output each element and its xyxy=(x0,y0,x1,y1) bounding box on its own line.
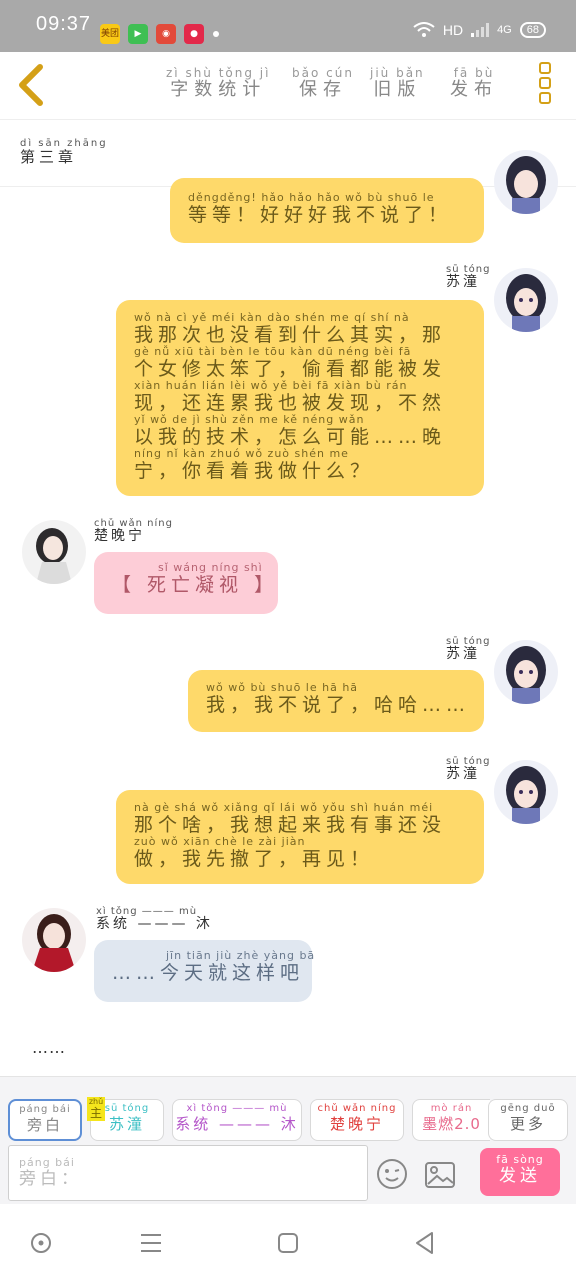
speaker-name: sū tóng 苏潼 xyxy=(446,756,491,782)
home-icon[interactable] xyxy=(275,1230,301,1256)
clock: 09:37 xyxy=(36,13,92,35)
status-bar: 09:37 美团 ▶ ◉ ● HD 4G 68 xyxy=(0,0,576,52)
avatar-su-tong[interactable] xyxy=(494,268,558,332)
narration-text: …… xyxy=(32,1038,66,1057)
image-icon[interactable] xyxy=(424,1160,456,1190)
message-bubble[interactable]: jīn tiān jiù zhè yàng bā ……今天就这样吧 xyxy=(94,940,316,1002)
avatar-su-tong[interactable] xyxy=(494,640,558,704)
assistant-icon[interactable] xyxy=(28,1230,54,1256)
notification-dot xyxy=(213,31,219,37)
avatar-system-mu[interactable] xyxy=(22,908,86,972)
meituan-app-icon: 美团 xyxy=(100,24,120,44)
publish-button[interactable]: fā bù 发布 xyxy=(450,66,498,100)
signal-icon xyxy=(471,23,490,37)
speaker-name: sū tóng 苏潼 xyxy=(446,264,491,290)
role-mo-ran[interactable]: mò rán 墨燃2.0 xyxy=(412,1099,490,1141)
back-icon[interactable] xyxy=(412,1230,438,1256)
send-button[interactable]: fā sòng 发送 xyxy=(480,1148,560,1196)
battery-indicator: 68 xyxy=(519,22,546,38)
menu-icon[interactable] xyxy=(138,1230,164,1256)
avatar-su-tong[interactable] xyxy=(494,150,558,214)
role-system-mu[interactable]: xì tǒng ——— mù 系统 ——— 沐 xyxy=(172,1099,302,1141)
role-chu-wan-ning[interactable]: chǔ wǎn níng 楚晚宁 xyxy=(310,1099,404,1141)
back-arrow-icon[interactable] xyxy=(14,62,50,108)
speaker-name: sū tóng 苏潼 xyxy=(446,636,491,662)
network-type: 4G xyxy=(497,24,512,36)
message-line: sǐ wáng níng shì 【 死亡凝视 】 xyxy=(112,561,279,597)
message-line: xiàn huán lián lèi wǒ yě bèi fā xiàn bù … xyxy=(134,379,447,415)
avatar-chu-wan-ning[interactable] xyxy=(22,520,86,584)
word-count-button[interactable]: zì shù tǒng jì 字数统计 xyxy=(166,66,270,100)
message-line: děngděng! hǎo hǎo hǎo wǒ bù shuō le 等等！好好… xyxy=(188,191,453,227)
message-input[interactable]: páng bái 旁白： xyxy=(8,1145,368,1201)
red-app-icon: ● xyxy=(184,24,204,44)
message-bubble[interactable]: sǐ wáng níng shì 【 死亡凝视 】 xyxy=(94,552,278,614)
role-narrator[interactable]: páng bái 旁白 xyxy=(8,1099,82,1141)
video-app-icon: ▶ xyxy=(128,24,148,44)
message-line: wǒ nà cì yě méi kàn dào shén me qí shí n… xyxy=(134,311,447,347)
message-bubble[interactable]: wǒ wǒ bù shuō le hā hā 我，我不说了，哈哈…… xyxy=(188,670,484,732)
top-toolbar: zì shù tǒng jì 字数统计 bǎo cún 保存 jiù bǎn 旧… xyxy=(0,52,576,120)
speaker-name: chǔ wǎn níng 楚晚宁 xyxy=(94,518,173,544)
emoji-icon[interactable] xyxy=(376,1158,408,1190)
message-bubble[interactable]: nà gè shá wǒ xiǎng qǐ lái wǒ yǒu shì huá… xyxy=(116,790,484,884)
weibo-app-icon: ◉ xyxy=(156,24,176,44)
save-button[interactable]: bǎo cún 保存 xyxy=(292,66,354,100)
message-line: nà gè shá wǒ xiǎng qǐ lái wǒ yǒu shì huá… xyxy=(134,801,447,837)
wifi-icon xyxy=(413,22,435,37)
message-line: níng nǐ kàn zhuó wǒ zuò shén me 宁，你看着我做什么… xyxy=(134,447,375,483)
more-roles-button[interactable]: gēng duō 更多 xyxy=(488,1099,568,1141)
message-bubble[interactable]: děngděng! hǎo hǎo hǎo wǒ bù shuō le 等等！好好… xyxy=(170,178,484,243)
more-options-icon[interactable] xyxy=(536,62,554,108)
message-bubble[interactable]: wǒ nà cì yě méi kàn dào shén me qí shí n… xyxy=(116,300,484,496)
system-navigation-bar xyxy=(0,1204,576,1280)
main-role-badge: zhǔ 主 xyxy=(87,1097,105,1121)
message-line: yǐ wǒ de jì shù zěn me kě néng wǎn 以我的技术，… xyxy=(134,413,447,449)
message-line: wǒ wǒ bù shuō le hā hā 我，我不说了，哈哈…… xyxy=(206,681,471,717)
chapter-title: dì sān zhāng 第三章 xyxy=(20,138,108,166)
message-line: gè nǚ xiū tài bèn le tōu kàn dū néng bèi… xyxy=(134,345,447,381)
old-version-button[interactable]: jiù bǎn 旧版 xyxy=(370,66,425,100)
avatar-su-tong[interactable] xyxy=(494,760,558,824)
message-line: zuò wǒ xiān chè le zài jiàn 做，我先撤了，再见！ xyxy=(134,835,375,871)
message-line: jīn tiān jiù zhè yàng bā ……今天就这样吧 xyxy=(112,949,316,985)
speaker-name: xì tǒng ——— mù 系统 ——— 沐 xyxy=(96,906,213,932)
hd-indicator: HD xyxy=(442,22,464,38)
